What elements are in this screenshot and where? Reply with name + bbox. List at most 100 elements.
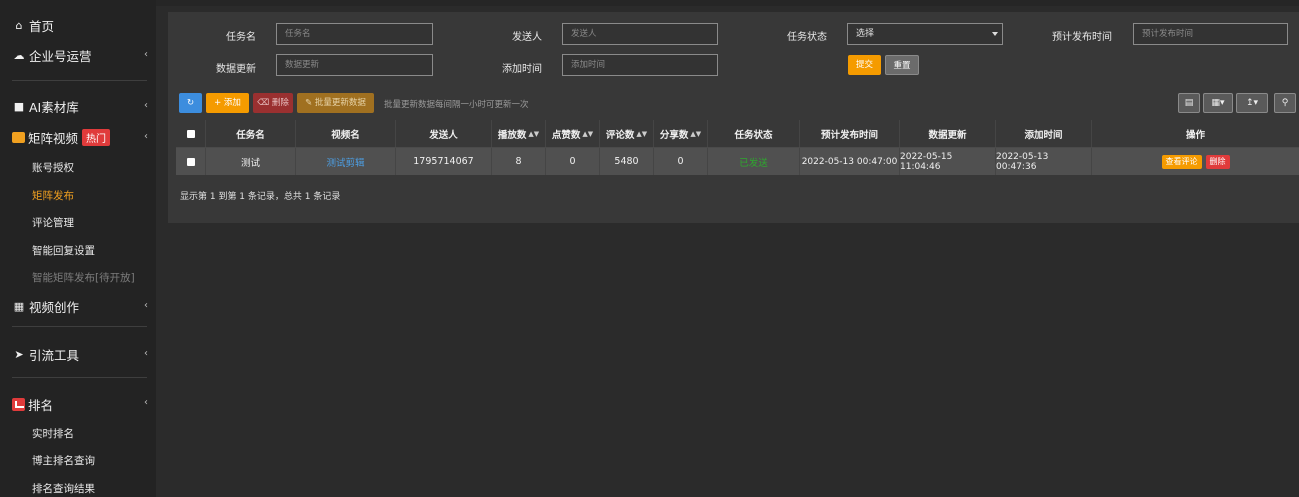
task-name-input[interactable] [276,23,433,45]
nav-video-create[interactable]: ▦ 视频创作 [12,297,152,316]
reset-button[interactable]: 重置 [885,55,919,75]
nav-matrix-video[interactable]: 矩阵视频 热门 [12,128,152,147]
status-select[interactable]: 选择 [847,23,1003,45]
cell-plan-time: 2022-05-13 00:47:00 [800,148,900,175]
columns-icon: ▦▾ [1211,98,1225,108]
cell-sender: 1795714067 [396,148,492,175]
add-time-input[interactable] [562,54,718,76]
nav-home[interactable]: ⌂ 首页 [12,16,152,35]
chevron-left-icon: ‹ [144,300,148,311]
batch-update-button[interactable]: ✎ 批量更新数据 [297,93,374,113]
th-plays[interactable]: 播放数 ▲▼ [492,120,546,147]
delete-button[interactable]: ⌫ 删除 [253,93,293,113]
th-data-update: 数据更新 [900,120,996,147]
add-button[interactable]: + 添加 [206,93,249,113]
submit-button[interactable]: 提交 [848,55,881,75]
row-delete-button[interactable]: 删除 [1205,154,1230,169]
view-comments-button[interactable]: 查看评论 [1161,154,1202,169]
th-likes[interactable]: 点赞数 ▲▼ [546,120,600,147]
sender-label: 发送人 [512,32,542,43]
sidebar-item-realtime-rank[interactable]: 实时排名 [32,426,74,441]
chevron-left-icon: ‹ [144,348,148,359]
sidebar-divider [12,80,147,81]
sidebar-item-matrix-publish[interactable]: 矩阵发布 [32,188,74,203]
nav-ai-material[interactable]: ■ AI素材库 [12,97,152,116]
th-plan-time: 预计发布时间 [800,120,900,147]
sidebar-item-comment-manage[interactable]: 评论管理 [32,215,74,230]
sort-icon: ▲▼ [528,129,540,138]
search-button[interactable]: ⚲ [1274,93,1296,113]
plan-time-input[interactable] [1133,23,1288,45]
pagination-info: 显示第 1 到第 1 条记录，总共 1 条记录 [180,192,341,202]
table-header: 任务名 视频名 发送人 播放数 ▲▼ 点赞数 ▲▼ 评论数 ▲▼ 分享数 ▲▼ 任务状态… [176,120,1299,148]
film-icon: ▦ [13,300,25,313]
table-row: 测试 测试剪辑 1795714067 8 0 5480 0 已发送 2022-0… [176,148,1299,175]
chevron-left-icon: ‹ [144,49,148,60]
sort-icon: ▲▼ [690,129,702,138]
th-actions: 操作 [1185,129,1205,141]
nav-ranking[interactable]: 排名 [12,395,152,414]
cell-task-name: 测试 [206,148,296,175]
sidebar-divider [12,326,147,327]
list-icon: ▤ [1184,98,1194,108]
chevron-left-icon: ‹ [144,100,148,111]
cell-video-link[interactable]: 测试剪辑 [296,148,396,175]
task-name-label: 任务名 [226,32,256,43]
cell-actions: 查看评论 删除 [1092,148,1299,175]
th-comments[interactable]: 评论数 ▲▼ [600,120,654,147]
export-button[interactable]: ↥▾ [1236,93,1268,113]
search-icon: ⚲ [1281,98,1289,108]
batch-update-hint: 批量更新数据每间隔一小时可更新一次 [384,100,529,110]
columns-button[interactable]: ▦▾ [1203,93,1233,113]
select-all-checkbox[interactable] [176,120,206,147]
sidebar-item-blogger-rank[interactable]: 博主排名查询 [32,453,95,468]
cell-data-update: 2022-05-15 11:04:46 [900,148,996,175]
chevron-left-icon: ‹ [144,397,148,408]
refresh-button[interactable]: ↻ [179,93,202,113]
checkbox-icon [186,129,195,138]
cell-status: 已发送 [708,148,800,175]
plan-time-label: 预计发布时间 [1052,32,1112,43]
chevron-left-icon: ‹ [144,131,148,142]
sidebar-item-account-auth[interactable]: 账号授权 [32,160,74,175]
checkbox-icon [186,157,195,166]
view-toggle-button[interactable]: ▤ [1178,93,1200,113]
th-add-time: 添加时间 [996,120,1092,147]
export-icon: ↥▾ [1245,98,1259,108]
cell-likes: 0 [546,148,600,175]
th-shares[interactable]: 分享数 ▲▼ [654,120,708,147]
th-task-name: 任务名 [206,120,296,147]
sort-icon: ▲▼ [636,129,648,138]
cloud-icon: ☁ [13,49,25,62]
th-sender: 发送人 [396,120,492,147]
sender-input[interactable] [562,23,718,45]
nav-enterprise[interactable]: ☁ 企业号运营 [12,46,152,65]
th-status: 任务状态 [708,120,800,147]
sidebar: ⌂ 首页 ☁ 企业号运营 ‹ ■ AI素材库 ‹ 矩阵视频 热门 ‹ 账号授权 … [0,0,156,497]
trash-icon: ⌫ [257,98,270,108]
data-update-label: 数据更新 [216,64,256,75]
video-icon [12,132,25,143]
pencil-icon: ✎ [305,98,313,108]
cell-shares: 0 [654,148,708,175]
sidebar-item-rank-result[interactable]: 排名查询结果 [32,481,95,496]
sidebar-item-smart-matrix: 智能矩阵发布[待开放] [32,272,135,284]
cell-add-time: 2022-05-13 00:47:36 [996,148,1092,175]
top-strip [156,0,1299,6]
hot-badge: 热门 [82,129,111,146]
home-icon: ⌂ [15,19,23,32]
th-video-name: 视频名 [296,120,396,147]
cell-plays: 8 [492,148,546,175]
cell-comments: 5480 [600,148,654,175]
sidebar-divider [12,377,147,378]
status-select-value: 选择 [856,29,875,39]
refresh-icon: ↻ [186,98,195,108]
status-label: 任务状态 [787,32,827,43]
sidebar-item-smart-reply[interactable]: 智能回复设置 [32,243,95,258]
row-checkbox[interactable] [176,148,206,175]
data-update-input[interactable] [276,54,433,76]
caret-down-icon [992,32,998,36]
chart-icon [12,398,25,411]
send-icon: ➤ [14,348,24,361]
nav-traffic-tools[interactable]: ➤ 引流工具 [12,345,152,364]
